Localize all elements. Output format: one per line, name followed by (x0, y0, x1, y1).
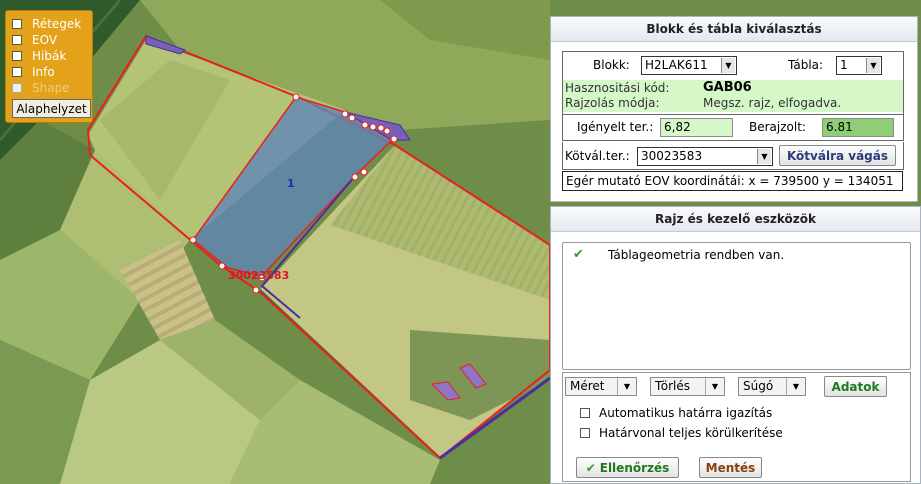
size-dropdown[interactable]: Méret ▼ (565, 377, 637, 396)
help-dropdown-label: Súgó (743, 379, 774, 393)
kotval-select[interactable]: 30023583 ▼ (637, 147, 773, 166)
checkbox[interactable] (580, 408, 590, 418)
parcel-number-label: 1 (287, 177, 295, 190)
layer-toggle-eov[interactable]: EOV (12, 32, 92, 47)
kotval-box: Kötvál.ter.: 30023583 ▼ Kötválra vágás (562, 142, 904, 170)
coordinates-readout: Egér mutató EOV koordinátái: x = 739500 … (562, 171, 903, 191)
drawing-mode-label: Rajzolás módja: (565, 96, 660, 110)
block-select-value: H2LAK611 (645, 58, 708, 72)
save-button[interactable]: Mentés (699, 457, 762, 478)
checkbox[interactable] (12, 66, 22, 77)
option-label: Határvonal teljes körülkerítése (599, 426, 783, 440)
table-label: Tábla: (788, 58, 824, 72)
drawn-area-field: 6.81 (822, 118, 894, 137)
drawing-mode-value: Megsz. rajz, elfogadva. (703, 96, 842, 110)
chevron-down-icon: ▼ (757, 149, 771, 164)
checkbox[interactable] (580, 428, 590, 438)
layer-toggle-info[interactable]: Info (12, 64, 92, 79)
auto-align-option[interactable]: Automatikus határra igazítás (580, 406, 772, 420)
delete-dropdown[interactable]: Törlés ▼ (650, 377, 725, 396)
usage-code-label: Hasznositási kód: (565, 81, 670, 95)
help-dropdown[interactable]: Súgó ▼ (738, 377, 806, 396)
kotval-label: Kötvál.ter.: (565, 149, 630, 163)
chevron-down-icon: ▼ (866, 58, 880, 73)
checkbox[interactable] (12, 34, 22, 45)
checkmark-icon: ✔ (585, 460, 596, 475)
table-select[interactable]: 1 ▼ (836, 56, 882, 75)
panel-title: Rajz és kezelő eszközök (551, 207, 920, 232)
layer-toggle-retegek[interactable]: Rétegek (12, 16, 92, 31)
delete-dropdown-label: Törlés (655, 379, 691, 393)
kotval-select-value: 30023583 (641, 149, 703, 163)
reset-button[interactable]: Alaphelyzet (12, 99, 91, 118)
checkbox (12, 82, 22, 93)
layer-toggle-shape: Shape (12, 80, 92, 95)
layer-toggle-hibak[interactable]: Hibák (12, 48, 92, 63)
checkbox[interactable] (12, 50, 22, 61)
check-button-label: Ellenőrzés (599, 460, 670, 475)
layer-label: Shape (32, 80, 70, 95)
check-button[interactable]: ✔ Ellenőrzés (576, 457, 679, 478)
full-enclosure-option[interactable]: Határvonal teljes körülkerítése (580, 426, 783, 440)
checkmark-icon: ✔ (573, 247, 584, 262)
chevron-down-icon: ▼ (617, 378, 636, 395)
layer-label: Hibák (32, 48, 67, 63)
parcel-id-label: 30023583 (228, 269, 289, 282)
size-dropdown-label: Méret (570, 379, 605, 393)
chevron-down-icon: ▼ (721, 58, 735, 73)
message-text: Táblageometria rendben van. (608, 248, 785, 262)
table-select-value: 1 (840, 58, 848, 72)
layers-panel: Rétegek EOV Hibák Info Shape Alaphelyzet (5, 10, 93, 123)
area-box: Igényelt ter.: 6,82 Berajzolt: 6.81 (562, 114, 904, 141)
layer-label: Rétegek (32, 16, 82, 31)
claimed-area-label: Igényelt ter.: (577, 120, 654, 134)
block-label: Blokk: (593, 58, 630, 72)
checkbox[interactable] (12, 18, 22, 29)
tools-box: Méret ▼ Törlés ▼ Súgó ▼ Adatok Automatik… (562, 372, 911, 482)
claimed-area-field[interactable]: 6,82 (660, 118, 733, 137)
messages-box: ✔ Táblageometria rendben van. (562, 242, 911, 370)
kotval-cut-button[interactable]: Kötválra vágás (779, 145, 896, 166)
layer-label: Info (32, 64, 55, 79)
block-select[interactable]: H2LAK611 ▼ (641, 56, 737, 75)
chevron-down-icon: ▼ (705, 378, 724, 395)
drawn-label: Berajzolt: (749, 120, 806, 134)
chevron-down-icon: ▼ (786, 378, 805, 395)
usage-info-area: Hasznositási kód: GAB06 Rajzolás módja: … (563, 80, 903, 112)
drawing-tools-panel: Rajz és kezelő eszközök ✔ Táblageometria… (550, 206, 921, 484)
layer-label: EOV (32, 32, 58, 47)
usage-code-value: GAB06 (703, 80, 752, 95)
panel-title: Blokk és tábla kiválasztás (551, 17, 917, 42)
option-label: Automatikus határra igazítás (599, 406, 773, 420)
block-selection-panel: Blokk és tábla kiválasztás Blokk: H2LAK6… (550, 16, 918, 202)
coordinates-text: Egér mutató EOV koordinátái: x = 739500 … (566, 174, 894, 188)
data-button[interactable]: Adatok (824, 376, 887, 397)
